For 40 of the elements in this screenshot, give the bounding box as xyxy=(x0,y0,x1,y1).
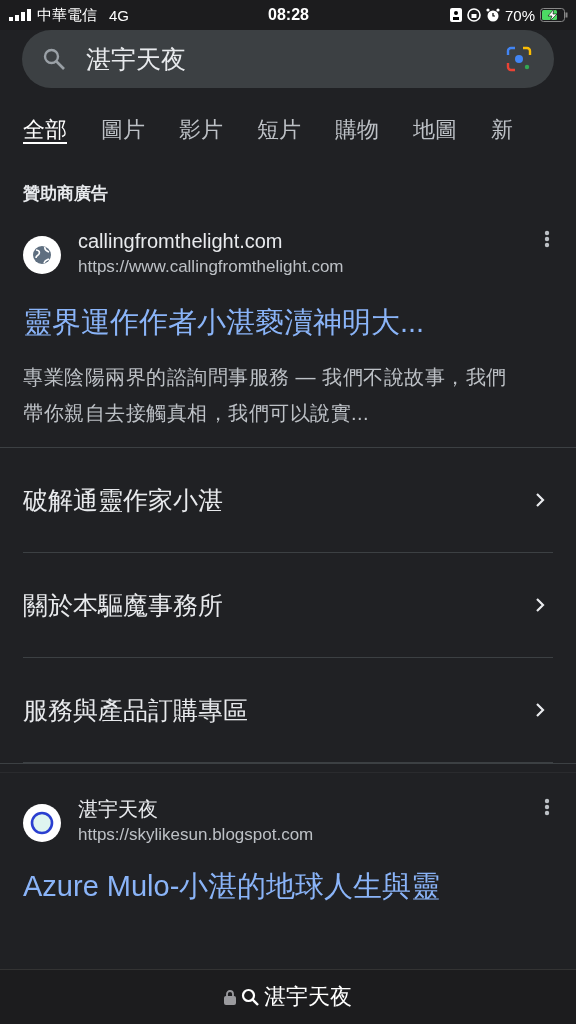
result-title-link[interactable]: 靈界運作作者小湛褻瀆神明大... xyxy=(0,303,576,341)
rotation-lock-icon xyxy=(467,8,481,22)
chevron-right-icon xyxy=(535,597,545,613)
alarm-clock-icon xyxy=(486,8,500,22)
clock-time: 08:28 xyxy=(268,6,309,24)
search-field[interactable]: 湛宇天夜 xyxy=(86,44,486,74)
camera-lens-icon xyxy=(506,46,532,72)
search-tab[interactable]: 地圖 xyxy=(413,115,457,145)
lock-icon xyxy=(224,989,236,1005)
more-options-icon xyxy=(544,798,550,816)
chevron-right-icon xyxy=(535,702,545,718)
contact-card-icon xyxy=(450,8,462,22)
search-tab[interactable]: 購物 xyxy=(335,115,379,145)
ad-description: 專業陰陽兩界的諮詢問事服務 — 我們不說故事，我們帶你親自去接觸真相，我們可以說實... xyxy=(0,359,576,448)
result-title-link[interactable]: Azure Mulo-小湛的地球人生與靈 xyxy=(0,867,576,905)
search-tab[interactable]: 圖片 xyxy=(101,115,145,145)
search-tab[interactable]: 新 xyxy=(491,115,513,145)
search-tab[interactable]: 短片 xyxy=(257,115,301,145)
address-bar-text[interactable]: 湛宇天夜 xyxy=(264,982,352,1012)
sponsored-label: 贊助商廣告 xyxy=(22,183,109,205)
search-tab[interactable]: 影片 xyxy=(179,115,223,145)
carrier-name: 中華電信 xyxy=(37,5,97,25)
more-options-icon xyxy=(544,230,550,248)
battery-percent: 70% xyxy=(505,6,535,24)
sitelink-row[interactable]: 關於本驅魔事務所 xyxy=(23,553,553,658)
globe-icon xyxy=(23,236,61,274)
chevron-right-icon xyxy=(535,492,545,508)
site-url: https://www.callingfromthelight.com xyxy=(78,256,345,278)
signal-icon xyxy=(9,9,31,21)
search-icon xyxy=(241,988,259,1006)
network-type: 4G xyxy=(109,6,129,24)
site-name: callingfromthelight.com xyxy=(78,229,284,254)
battery-charging-icon xyxy=(540,8,568,22)
search-icon xyxy=(42,47,66,71)
ring-logo-icon xyxy=(23,804,61,842)
site-name: 湛宇天夜 xyxy=(78,797,159,822)
search-tab[interactable]: 全部 xyxy=(23,115,67,145)
site-url: https://skylikesun.blogspot.com xyxy=(78,824,315,846)
sitelink-row[interactable]: 破解通靈作家小湛 xyxy=(23,448,553,553)
search-bar[interactable]: 湛宇天夜 xyxy=(22,30,554,88)
